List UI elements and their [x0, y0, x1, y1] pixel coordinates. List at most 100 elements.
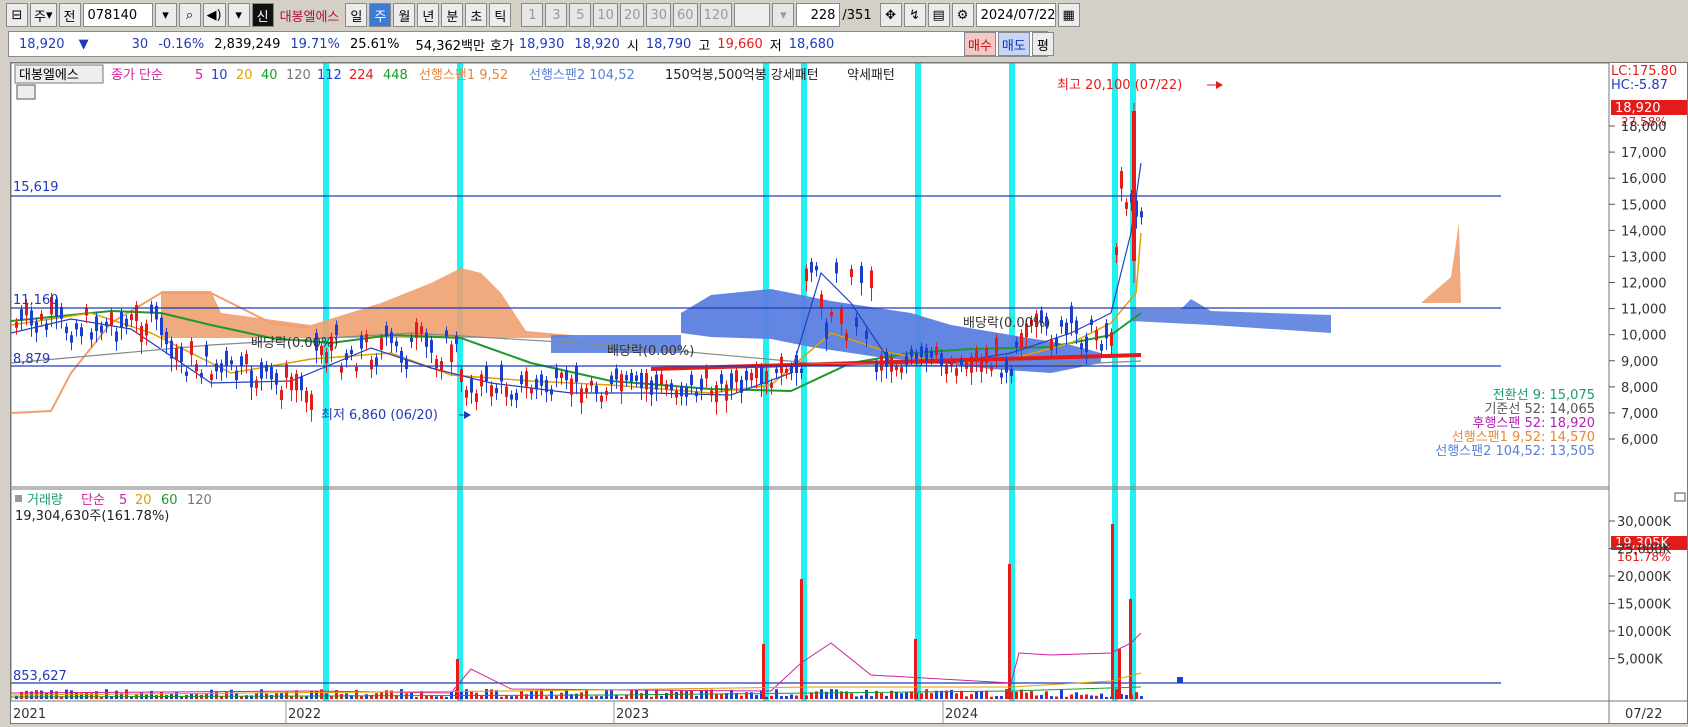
tab-month[interactable]: 월	[393, 3, 416, 27]
candle-body	[1085, 336, 1088, 353]
search-icon[interactable]: ⌕	[178, 3, 201, 27]
crosshair-icon[interactable]: ✥	[879, 3, 902, 27]
interval-60[interactable]: 60	[673, 3, 698, 27]
candle-body	[870, 270, 873, 289]
table-icon[interactable]	[16, 84, 36, 100]
stock-name: 대봉엘에스	[279, 9, 340, 25]
candle-body	[975, 349, 978, 362]
tab-week[interactable]: 주	[369, 3, 392, 27]
volume-bar	[585, 689, 588, 699]
eval-button[interactable]: 평	[1031, 32, 1054, 56]
tab-minute[interactable]: 분	[441, 3, 464, 27]
candle-body	[850, 268, 853, 278]
volume-bar	[970, 694, 973, 699]
candle-body	[275, 373, 278, 385]
candle-body	[470, 378, 473, 393]
candle-body	[980, 357, 983, 372]
candle-body	[1065, 322, 1068, 335]
interval-30[interactable]: 30	[646, 3, 672, 27]
candle-body	[360, 335, 363, 349]
volume-bar	[880, 693, 883, 699]
candle-body	[1015, 341, 1018, 347]
code-dropdown-icon[interactable]: ▾	[154, 3, 177, 27]
turnover-pct: 19.71%	[290, 36, 340, 52]
candle-body	[110, 312, 113, 326]
period-select[interactable]: 주 ▾	[30, 3, 57, 27]
save-icon[interactable]: ▤	[927, 3, 950, 27]
candle-body	[310, 394, 313, 410]
candle-body	[715, 385, 718, 403]
sell-button[interactable]: 매도	[997, 32, 1030, 56]
volume-bar	[210, 689, 213, 699]
volume-bar	[695, 695, 698, 699]
volume-bar	[225, 691, 228, 699]
candle-body	[580, 388, 583, 403]
volume-bar	[1075, 692, 1078, 699]
sound-icon[interactable]: ◀)	[202, 3, 226, 27]
tab-year[interactable]: 년	[417, 3, 440, 27]
tab-tick[interactable]: 틱	[489, 3, 512, 27]
candle-body	[450, 344, 453, 362]
candle-body	[815, 265, 818, 271]
price-tick-label: 12,000	[1621, 277, 1667, 292]
candle-body	[85, 308, 88, 316]
interval-3[interactable]: 3	[545, 3, 568, 27]
volume-bar	[435, 696, 438, 699]
stock-code-input[interactable]: 078140	[82, 3, 153, 27]
volume-bar	[1090, 695, 1093, 699]
layout-icon[interactable]: ⊟	[6, 3, 28, 27]
panel-collapse-icon[interactable]	[1674, 492, 1686, 502]
candle-body	[610, 375, 613, 385]
candle-body	[665, 384, 668, 390]
interval-1[interactable]: 1	[521, 3, 544, 27]
interval-120[interactable]: 120	[699, 3, 733, 27]
volume-spike	[800, 579, 803, 699]
volume-bar	[415, 696, 418, 699]
candle-body	[250, 370, 253, 388]
volume-bar	[730, 689, 733, 699]
draw-icon[interactable]: ↯	[903, 3, 926, 27]
interval-10[interactable]: 10	[593, 3, 618, 27]
open-price: 18,790	[645, 36, 692, 52]
candle-body	[75, 323, 78, 330]
tab-second[interactable]: 초	[465, 3, 488, 27]
legend-ma-5: 5	[195, 68, 203, 83]
price-volume-chart[interactable]: 대봉엘에스 종가 단순 5 10 20 40 120 112 224 448 선…	[10, 62, 1687, 723]
buy-button[interactable]: 매수	[964, 32, 996, 56]
count-input[interactable]: 228	[796, 3, 841, 27]
interval-dropdown-icon[interactable]: ▾	[772, 3, 795, 27]
gear-icon[interactable]: ⚙	[951, 3, 974, 27]
date-input[interactable]: 2024/07/22	[975, 3, 1056, 27]
cloud-down-3	[1131, 299, 1331, 333]
interval-20[interactable]: 20	[619, 3, 645, 27]
candle-body	[120, 312, 123, 328]
volume-bar	[1055, 696, 1058, 699]
candle-body	[735, 370, 738, 383]
candle-body	[805, 268, 808, 282]
volume-bar	[820, 689, 823, 699]
candle-body	[835, 262, 838, 274]
candle-body	[1055, 337, 1058, 346]
candle-body	[150, 304, 153, 314]
interval-input[interactable]	[734, 3, 771, 27]
volume-bar	[565, 689, 568, 699]
candle-body	[165, 332, 168, 345]
price-tick-label: 17,000	[1621, 146, 1667, 161]
volume-bar	[720, 694, 723, 699]
candle-body	[1020, 333, 1023, 349]
volume-bar	[580, 692, 583, 699]
candle-body	[795, 355, 798, 373]
candle-body	[65, 326, 68, 334]
price-tick-label: 18,000	[1621, 120, 1667, 135]
candle-body	[660, 374, 663, 385]
candle-body	[220, 363, 223, 373]
tab-day[interactable]: 일	[345, 3, 368, 27]
interval-5[interactable]: 5	[569, 3, 592, 27]
sound-dropdown-icon[interactable]: ▾	[227, 3, 250, 27]
candle-body	[915, 352, 918, 360]
compare-button[interactable]: 전	[58, 3, 81, 27]
candle-body	[970, 356, 973, 373]
calendar-icon[interactable]: ▦	[1057, 3, 1080, 27]
chart-area[interactable]: 대봉엘에스 종가 단순 5 10 20 40 120 112 224 448 선…	[10, 62, 1688, 724]
candle-body	[650, 380, 653, 395]
